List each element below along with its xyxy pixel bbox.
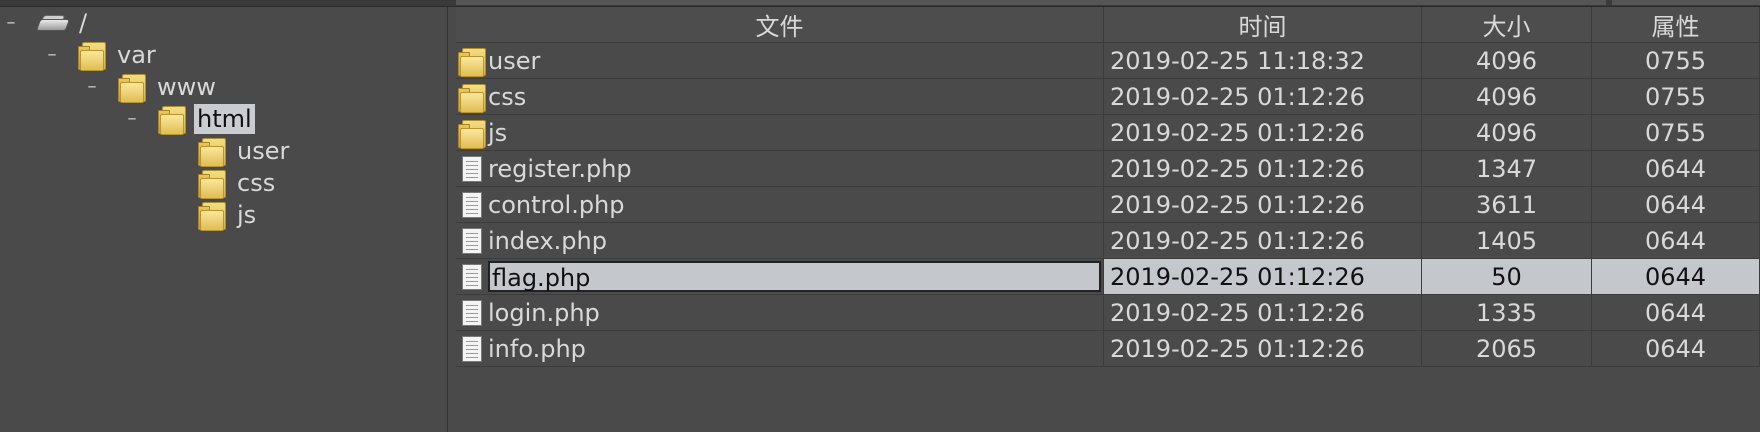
file-perm: 0644 [1592, 223, 1760, 258]
column-header-name[interactable]: 文件 [456, 7, 1104, 43]
file-time: 2019-02-25 01:12:26 [1104, 151, 1422, 186]
header-top-strip [456, 0, 1606, 5]
file-time: 2019-02-25 01:12:26 [1104, 187, 1422, 222]
tree-node-label[interactable]: var [114, 40, 159, 70]
file-perm: 0755 [1592, 79, 1760, 114]
folder-icon [198, 168, 226, 199]
file-name-cell[interactable]: info.php [456, 331, 1104, 366]
file-size: 4096 [1422, 43, 1592, 78]
folder-icon [198, 136, 226, 167]
file-name: control.php [488, 190, 625, 219]
file-time: 2019-02-25 11:18:32 [1104, 43, 1422, 78]
drive-icon [35, 13, 71, 33]
file-name: css [488, 82, 527, 111]
file-row[interactable]: flag.php 2019-02-25 01:12:26 50 0644 [456, 259, 1760, 295]
file-time: 2019-02-25 01:12:26 [1104, 115, 1422, 150]
directory-tree: – / – var – www – html user css js [0, 7, 448, 432]
file-row[interactable]: index.php 2019-02-25 01:12:26 1405 0644 [456, 223, 1760, 259]
file-icon [462, 263, 482, 290]
file-name: index.php [488, 226, 607, 255]
file-size: 4096 [1422, 115, 1592, 150]
file-icon [462, 335, 482, 362]
file-name: register.php [488, 154, 632, 183]
file-row[interactable]: register.php 2019-02-25 01:12:26 1347 0644 [456, 151, 1760, 187]
file-perm: 0644 [1592, 295, 1760, 330]
file-size: 1405 [1422, 223, 1592, 258]
file-row[interactable]: user 2019-02-25 11:18:32 4096 0755 [456, 43, 1760, 79]
file-row[interactable]: css 2019-02-25 01:12:26 4096 0755 [456, 79, 1760, 115]
file-row[interactable]: login.php 2019-02-25 01:12:26 1335 0644 [456, 295, 1760, 331]
file-size: 1335 [1422, 295, 1592, 330]
tree-node-label[interactable]: css [234, 168, 278, 198]
folder-icon [198, 200, 226, 231]
collapse-toggle[interactable]: – [45, 39, 59, 71]
file-icon [462, 155, 482, 182]
file-row[interactable]: control.php 2019-02-25 01:12:26 3611 0644 [456, 187, 1760, 223]
file-perm: 0644 [1592, 187, 1760, 222]
collapse-toggle[interactable]: – [4, 7, 18, 39]
file-name-cell[interactable]: login.php [456, 295, 1104, 330]
file-icon [462, 227, 482, 254]
file-size: 1347 [1422, 151, 1592, 186]
folder-icon [118, 72, 146, 103]
window-top-border [0, 0, 1760, 7]
file-perm: 0644 [1592, 331, 1760, 366]
tree-node-label[interactable]: js [234, 200, 259, 230]
file-time: 2019-02-25 01:12:26 [1104, 259, 1422, 294]
folder-icon [458, 118, 486, 149]
file-size: 2065 [1422, 331, 1592, 366]
file-name-cell[interactable]: register.php [456, 151, 1104, 186]
file-name-cell[interactable]: index.php [456, 223, 1104, 258]
tree-node-label[interactable]: user [234, 136, 292, 166]
file-perm: 0644 [1592, 151, 1760, 186]
file-size: 4096 [1422, 79, 1592, 114]
collapse-toggle[interactable]: – [85, 71, 99, 103]
collapse-toggle[interactable]: – [125, 103, 139, 135]
column-header-time[interactable]: 时间 [1104, 7, 1422, 43]
file-time: 2019-02-25 01:12:26 [1104, 331, 1422, 366]
file-icon [462, 191, 482, 218]
tree-node-label[interactable]: www [154, 72, 219, 102]
file-name-cell[interactable]: control.php [456, 187, 1104, 222]
tree-node-label[interactable]: / [76, 8, 90, 38]
file-name: info.php [488, 334, 586, 363]
file-time: 2019-02-25 01:12:26 [1104, 223, 1422, 258]
file-name-cell[interactable]: css [456, 79, 1104, 114]
column-header-perm[interactable]: 属性 [1592, 7, 1760, 43]
header-top-strip-right [1612, 0, 1760, 5]
file-row[interactable]: js 2019-02-25 01:12:26 4096 0755 [456, 115, 1760, 151]
file-size: 3611 [1422, 187, 1592, 222]
file-name-cell[interactable]: user [456, 43, 1104, 78]
file-perm: 0755 [1592, 43, 1760, 78]
file-row[interactable]: info.php 2019-02-25 01:12:26 2065 0644 [456, 331, 1760, 367]
file-name: flag.php [488, 261, 1101, 292]
file-perm: 0755 [1592, 115, 1760, 150]
file-name: js [488, 118, 508, 147]
folder-icon [78, 40, 106, 71]
column-header-size[interactable]: 大小 [1422, 7, 1592, 43]
folder-icon [158, 104, 186, 135]
file-name: user [488, 46, 541, 75]
folder-icon [458, 46, 486, 77]
file-table: 文件 时间 大小 属性 user 2019-02-25 11:18:32 4096 0… [456, 7, 1760, 432]
file-time: 2019-02-25 01:12:26 [1104, 295, 1422, 330]
file-perm: 0644 [1592, 259, 1760, 294]
file-icon [462, 299, 482, 326]
file-size: 50 [1422, 259, 1592, 294]
file-time: 2019-02-25 01:12:26 [1104, 79, 1422, 114]
file-name-cell[interactable]: js [456, 115, 1104, 150]
folder-icon [458, 82, 486, 113]
file-name-cell[interactable]: flag.php [456, 259, 1104, 294]
file-name: login.php [488, 298, 600, 327]
tree-node-label-selected[interactable]: html [194, 104, 255, 134]
